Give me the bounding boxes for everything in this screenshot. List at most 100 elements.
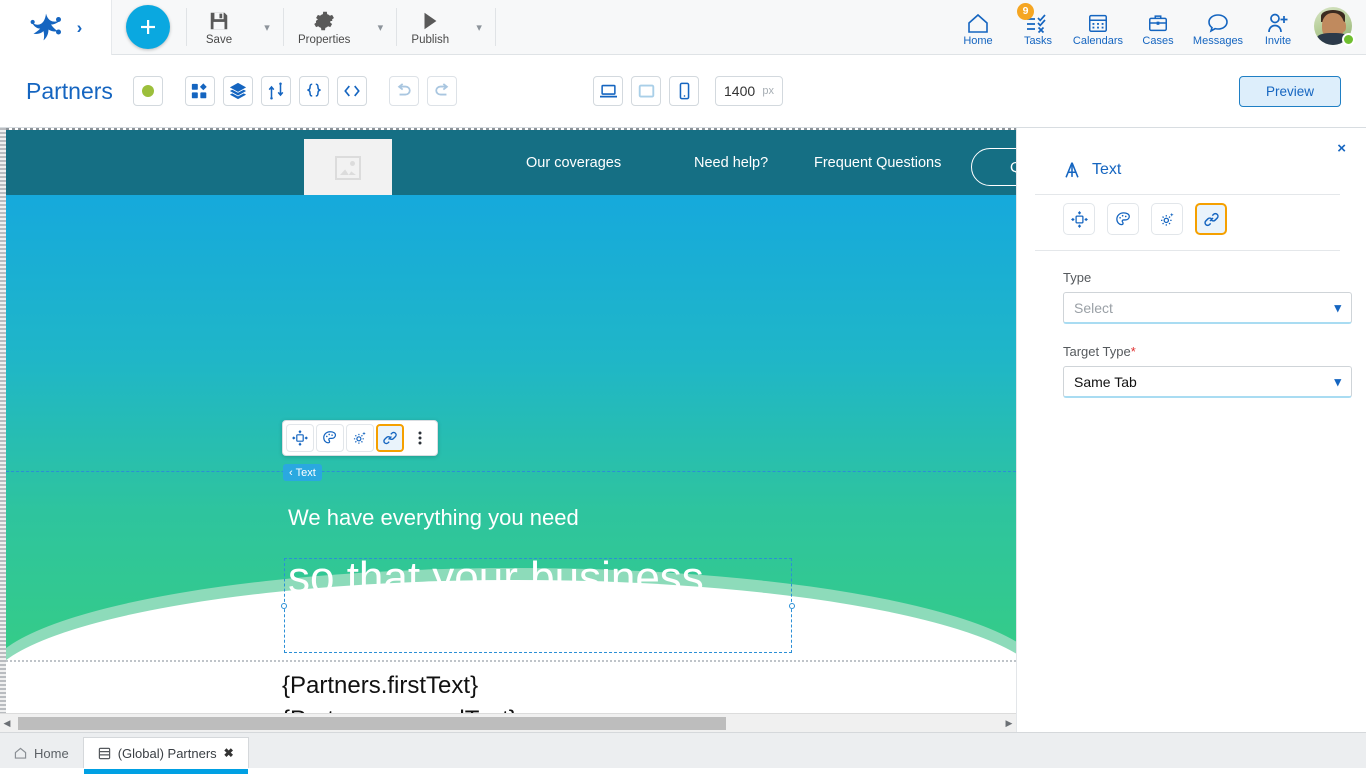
publish-button[interactable]: Publish <box>397 0 463 55</box>
panel-close-button[interactable]: × <box>1337 140 1346 157</box>
resize-handle-left[interactable] <box>281 603 287 609</box>
text-a-icon <box>1062 160 1082 180</box>
hero-headline[interactable]: so that your business never stops <box>288 553 704 653</box>
panel-tab-style[interactable] <box>1107 203 1139 235</box>
taskbar-item-home[interactable]: Home <box>0 738 83 768</box>
page-title: Partners <box>26 78 113 105</box>
tasks-badge: 9 <box>1017 3 1034 20</box>
site-nav-link-coverages[interactable]: Our coverages <box>526 155 621 171</box>
redo-button[interactable] <box>427 76 457 106</box>
viewport-mobile-button[interactable] <box>669 76 699 106</box>
user-plus-icon <box>1266 8 1290 34</box>
move-icon <box>292 430 308 446</box>
site-header-section[interactable]: Our coverages Need help? Frequent Questi… <box>6 130 1016 195</box>
properties-panel: × Text <box>1016 128 1366 733</box>
target-type-select[interactable]: Same Tab ▾ <box>1063 366 1352 398</box>
status-dot-green-icon <box>142 85 154 97</box>
link-button[interactable] <box>376 424 404 452</box>
taskbar-partners-label: (Global) Partners <box>118 746 217 761</box>
hero-subheadline[interactable]: We have everything you need <box>288 505 579 531</box>
taskbar-item-partners[interactable]: (Global) Partners ✖ <box>83 737 249 768</box>
settings-button[interactable] <box>346 424 374 452</box>
app-logo-zone: › <box>0 0 112 55</box>
taskbar-close-icon[interactable]: ✖ <box>224 746 234 760</box>
nav-invite-label: Invite <box>1265 35 1291 47</box>
undo-icon <box>395 83 413 99</box>
bottom-taskbar: Home (Global) Partners ✖ <box>0 732 1366 768</box>
link-icon <box>382 430 398 446</box>
type-select[interactable]: Select ▾ <box>1063 292 1352 324</box>
site-nav-link-faq[interactable]: Frequent Questions <box>814 155 941 171</box>
editor-canvas: Our coverages Need help? Frequent Questi… <box>0 128 1016 713</box>
speech-bubble-icon <box>1206 8 1230 34</box>
properties-label: Properties <box>298 34 350 46</box>
type-select-value: Select <box>1074 300 1113 316</box>
nav-calendars[interactable]: Calendars <box>1068 0 1128 55</box>
save-group: Save ▾ <box>187 0 283 55</box>
hero-section[interactable]: We have everything you need so that your… <box>6 195 1016 660</box>
nav-tasks[interactable]: 9 Tasks <box>1008 0 1068 55</box>
panel-divider-mid <box>1035 250 1340 251</box>
scrollbar-track[interactable] <box>14 717 1002 730</box>
code-button[interactable] <box>337 76 367 106</box>
components-button[interactable] <box>185 76 215 106</box>
style-button[interactable] <box>316 424 344 452</box>
viewport-desktop-button[interactable] <box>593 76 623 106</box>
publish-group: Publish ▾ <box>397 0 495 55</box>
canvas-horizontal-scrollbar[interactable]: ◀ ▶ <box>0 713 1016 732</box>
viewport-tablet-button[interactable] <box>631 76 661 106</box>
site-nav-cta-button[interactable]: Q <box>971 148 1016 186</box>
link-icon <box>1203 211 1220 228</box>
more-vertical-icon <box>413 430 427 446</box>
layers-icon <box>229 82 247 100</box>
expand-sidebar-chevron-icon[interactable]: › <box>77 19 83 36</box>
save-dropdown-chevron-icon[interactable]: ▾ <box>251 0 283 55</box>
nav-home[interactable]: Home <box>948 0 1008 55</box>
panel-tab-link[interactable] <box>1195 203 1227 235</box>
settings-sparkle-icon <box>352 430 368 446</box>
save-button[interactable]: Save <box>187 0 251 55</box>
panel-tab-settings[interactable] <box>1151 203 1183 235</box>
flow-button[interactable] <box>261 76 291 106</box>
scroll-right-arrow-icon[interactable]: ▶ <box>1002 718 1016 729</box>
nav-invite[interactable]: Invite <box>1248 0 1308 55</box>
canvas-width-unit: px <box>762 85 774 97</box>
online-status-dot <box>1342 33 1355 46</box>
nav-cases[interactable]: Cases <box>1128 0 1188 55</box>
page-toolbar: Partners <box>0 55 1366 128</box>
palette-icon <box>1115 211 1132 228</box>
placeholder-second-text[interactable]: {Partners.secondText} <box>282 706 517 713</box>
body-section[interactable]: {Partners.firstText} {Partners.secondTex… <box>6 660 1016 713</box>
scroll-left-arrow-icon[interactable]: ◀ <box>0 718 14 729</box>
canvas-width-value: 1400 <box>724 83 755 99</box>
layers-button[interactable] <box>223 76 253 106</box>
panel-tab-layout[interactable] <box>1063 203 1095 235</box>
scrollbar-thumb[interactable] <box>18 717 726 730</box>
publish-dropdown-chevron-icon[interactable]: ▾ <box>463 0 495 55</box>
canvas-width-input[interactable]: 1400 px <box>715 76 783 106</box>
nav-messages[interactable]: Messages <box>1188 0 1248 55</box>
properties-button[interactable]: Properties <box>284 0 364 55</box>
undo-button[interactable] <box>389 76 419 106</box>
site-nav-link-help[interactable]: Need help? <box>694 155 768 171</box>
move-button[interactable] <box>286 424 314 452</box>
chevron-down-icon: ▾ <box>1334 300 1341 316</box>
desktop-icon <box>599 83 618 100</box>
add-button[interactable] <box>126 5 170 49</box>
properties-dropdown-chevron-icon[interactable]: ▾ <box>364 0 396 55</box>
top-toolbar: › Save ▾ <box>0 0 1366 55</box>
chevron-down-icon: ▾ <box>1334 374 1341 390</box>
selected-element-tag[interactable]: ‹ Text <box>283 464 322 481</box>
page-status-indicator[interactable] <box>133 76 163 106</box>
publish-label: Publish <box>411 34 449 46</box>
resize-handle-right[interactable] <box>789 603 795 609</box>
preview-button[interactable]: Preview <box>1239 76 1341 107</box>
more-options-button[interactable] <box>406 424 434 452</box>
gear-icon <box>313 8 335 32</box>
nav-tasks-label: Tasks <box>1024 35 1052 47</box>
user-avatar[interactable] <box>1314 7 1354 47</box>
variables-button[interactable] <box>299 76 329 106</box>
placeholder-first-text[interactable]: {Partners.firstText} <box>282 672 478 700</box>
selected-element-tag-label: Text <box>296 467 316 479</box>
taskbar-home-label: Home <box>34 746 69 761</box>
